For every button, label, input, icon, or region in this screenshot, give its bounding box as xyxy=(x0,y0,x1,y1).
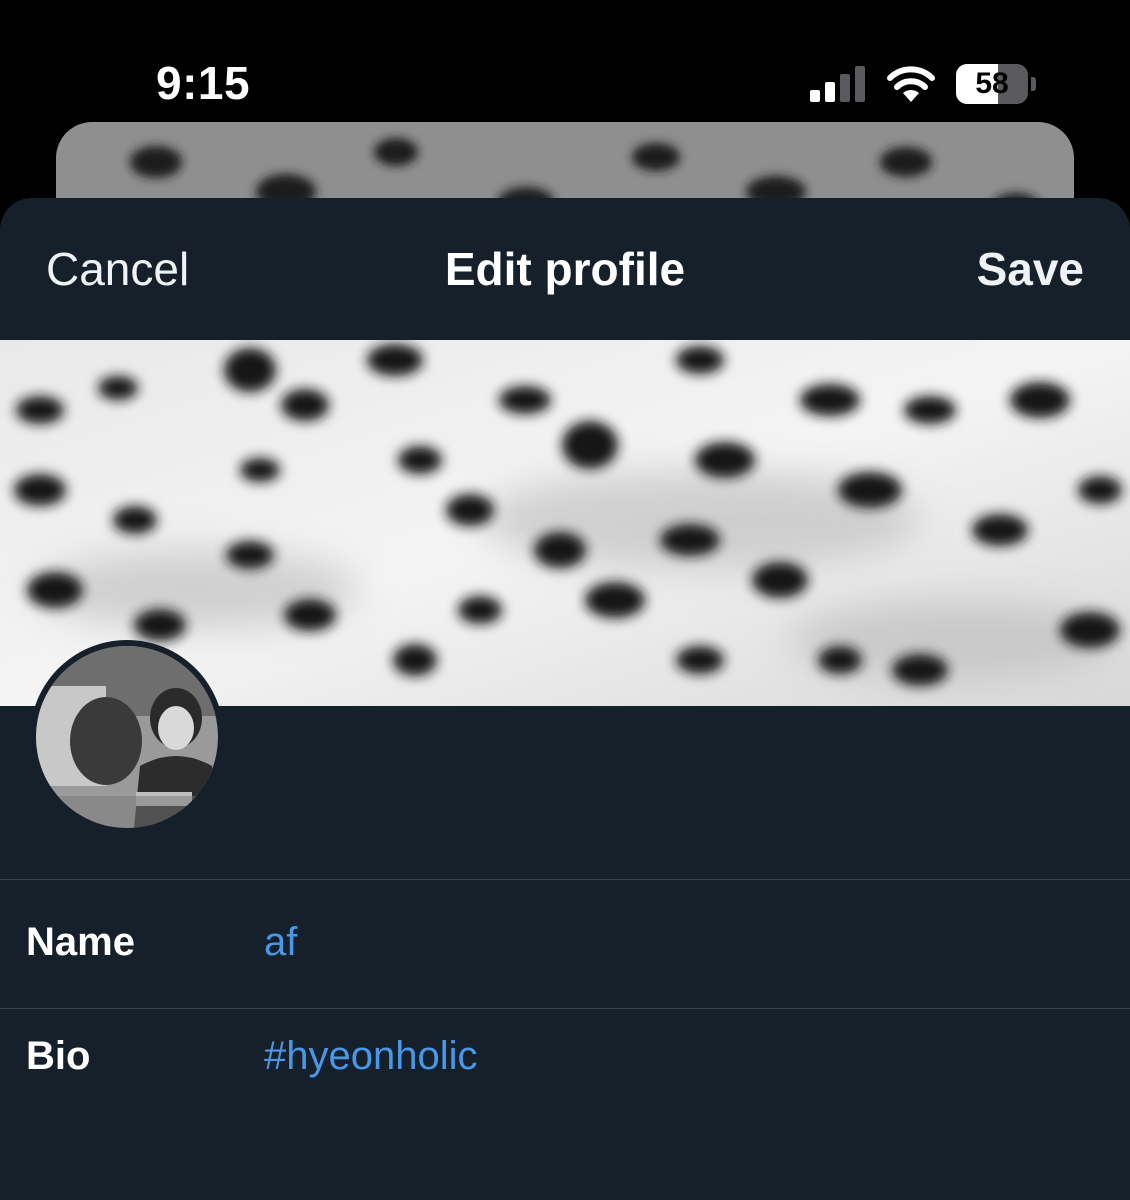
cellular-signal-icon xyxy=(810,66,865,102)
name-field[interactable]: af xyxy=(264,920,297,965)
battery-body: 58 xyxy=(956,64,1028,104)
screen: 9:15 58 Edit profile Cancel Save Name af… xyxy=(0,0,1130,1200)
name-field-row[interactable]: Name af xyxy=(0,880,1130,1008)
save-button[interactable]: Save xyxy=(977,242,1084,296)
wifi-icon xyxy=(887,66,935,102)
battery-cap xyxy=(1031,77,1036,91)
nav-bar: Edit profile Cancel Save xyxy=(0,198,1130,340)
battery-icon: 58 xyxy=(956,64,1036,104)
bio-field[interactable]: #hyeonholic xyxy=(264,1034,478,1079)
avatar-photo xyxy=(36,646,218,828)
battery-level: 58 xyxy=(975,67,1009,100)
avatar[interactable] xyxy=(30,640,224,834)
edit-profile-sheet: Edit profile Cancel Save Name af Bio #hy… xyxy=(0,198,1130,1200)
cancel-button[interactable]: Cancel xyxy=(46,242,189,296)
bio-field-row[interactable]: Bio #hyeonholic xyxy=(0,994,1130,1122)
status-bar: 9:15 58 xyxy=(0,0,1130,120)
avatar-picture xyxy=(36,646,218,828)
name-label: Name xyxy=(26,920,135,964)
status-time: 9:15 xyxy=(156,57,251,109)
bio-label: Bio xyxy=(26,1034,91,1078)
